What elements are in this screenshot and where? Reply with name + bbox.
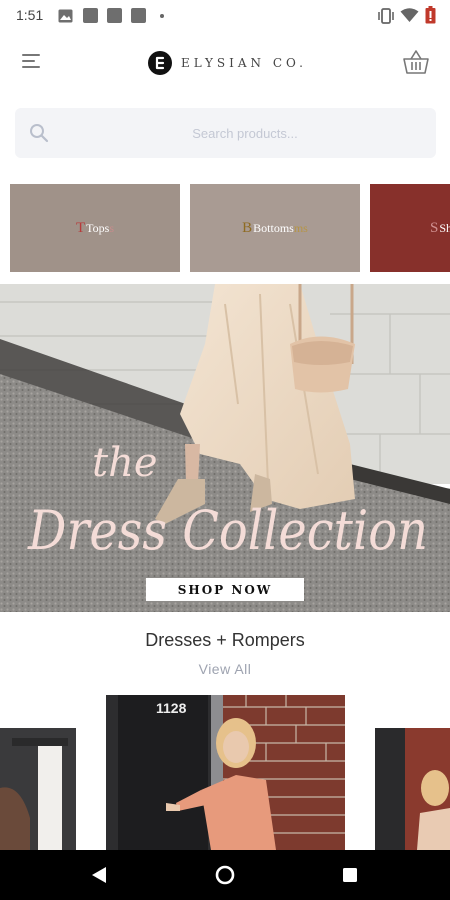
logo-mark-icon xyxy=(148,51,172,75)
category-label: BBottomsms xyxy=(242,219,308,236)
shop-now-button[interactable]: SHOP NOW xyxy=(146,578,304,601)
app-header: ELYSIAN CO. xyxy=(0,32,450,94)
category-label: SSho xyxy=(430,219,450,236)
back-triangle-icon xyxy=(92,867,106,883)
product-image xyxy=(0,728,76,850)
shopping-basket-icon[interactable] xyxy=(402,48,430,76)
system-navigation-bar xyxy=(0,850,450,900)
brand-logo[interactable]: ELYSIAN CO. xyxy=(148,50,307,76)
category-tile-tops[interactable]: TTopss xyxy=(10,184,180,272)
battery-icon xyxy=(425,6,436,24)
section-title: Dresses + Rompers xyxy=(145,630,305,650)
svg-text:1128: 1128 xyxy=(156,700,187,716)
svg-text:Dress Collection: Dress Collection xyxy=(27,499,428,562)
category-carousel: TTopss BBottomsms SSho xyxy=(0,184,450,274)
back-button[interactable] xyxy=(69,850,129,900)
product-card[interactable] xyxy=(375,728,450,850)
wifi-icon xyxy=(400,8,419,22)
product-card[interactable] xyxy=(0,728,76,850)
category-tile-shoes[interactable]: SSho xyxy=(370,184,450,272)
image-icon xyxy=(58,9,73,23)
brand-name: ELYSIAN CO. xyxy=(181,56,307,70)
home-circle-icon xyxy=(215,865,235,885)
home-button[interactable] xyxy=(195,850,255,900)
recents-button[interactable] xyxy=(320,850,380,900)
product-image: 1128 xyxy=(106,695,345,850)
product-image xyxy=(375,728,450,850)
product-card[interactable]: 1128 xyxy=(106,695,345,850)
search-input[interactable] xyxy=(75,108,415,158)
status-time: 1:51 xyxy=(16,7,44,23)
category-label: TTopss xyxy=(75,219,114,236)
recents-square-icon xyxy=(343,868,357,882)
svg-text:the: the xyxy=(92,440,158,486)
hamburger-menu-icon[interactable] xyxy=(22,54,42,70)
notification-icon xyxy=(131,8,146,23)
notification-icon xyxy=(83,8,98,23)
search-bar xyxy=(15,108,436,158)
notification-icon xyxy=(107,8,122,23)
hero-banner[interactable]: the Dress Collection xyxy=(0,284,450,612)
more-dot-icon xyxy=(160,14,164,18)
view-all-link[interactable]: View All xyxy=(0,661,450,677)
category-tile-bottoms[interactable]: BBottomsms xyxy=(190,184,360,272)
hero-image: the Dress Collection xyxy=(0,284,450,612)
search-icon[interactable] xyxy=(29,123,49,143)
status-bar: 1:51 xyxy=(0,0,450,32)
vibrate-icon xyxy=(378,8,394,24)
